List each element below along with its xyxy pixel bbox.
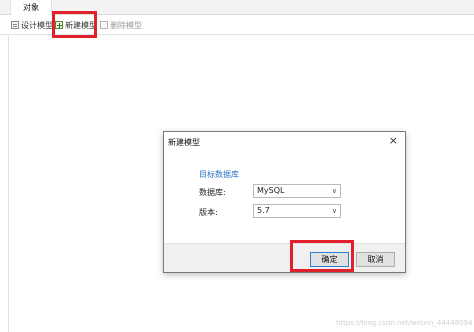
design-model-label: 设计模型 bbox=[21, 20, 53, 30]
chevron-down-icon: ∨ bbox=[331, 207, 337, 215]
cancel-button[interactable]: 取消 bbox=[356, 252, 395, 267]
divider bbox=[8, 36, 9, 332]
chevron-down-icon: ∨ bbox=[331, 187, 337, 195]
database-select-value: MySQL bbox=[257, 186, 285, 195]
version-select[interactable]: 5.7 ∨ bbox=[253, 204, 341, 218]
version-select-value: 5.7 bbox=[257, 206, 270, 215]
ok-button-highlight-box bbox=[290, 240, 354, 272]
database-select[interactable]: MySQL ∨ bbox=[253, 184, 341, 198]
new-model-dialog: 新建模型 × 目标数据库 数据库: MySQL ∨ 版本: 5.7 ∨ 确定 取… bbox=[163, 131, 406, 273]
delete-model-button[interactable]: 删除模型 bbox=[100, 18, 142, 32]
tab-objects[interactable]: 对象 bbox=[10, 0, 52, 15]
design-model-button[interactable]: 设计模型 bbox=[11, 18, 53, 32]
dialog-title: 新建模型 bbox=[168, 138, 200, 147]
database-label: 数据库: bbox=[199, 188, 226, 197]
watermark: https://blog.csdn.net/weixin_44448094 bbox=[336, 319, 473, 327]
dialog-footer: 确定 取消 bbox=[164, 243, 405, 272]
delete-model-label: 删除模型 bbox=[110, 20, 142, 30]
new-model-highlight-box bbox=[52, 11, 97, 38]
delete-model-icon bbox=[100, 21, 108, 29]
dialog-body: 目标数据库 数据库: MySQL ∨ 版本: 5.7 ∨ bbox=[164, 149, 405, 243]
target-database-heading: 目标数据库 bbox=[199, 170, 239, 179]
close-icon[interactable]: × bbox=[389, 135, 398, 146]
version-label: 版本: bbox=[199, 208, 218, 217]
design-model-icon bbox=[11, 21, 19, 29]
